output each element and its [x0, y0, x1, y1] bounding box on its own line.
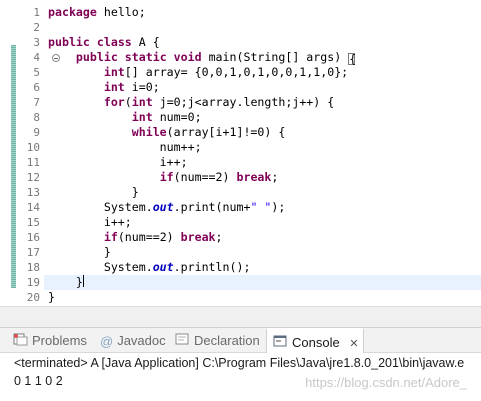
bracket-match: { [348, 52, 357, 66]
line-number: 7 [33, 96, 40, 109]
tab-declaration[interactable]: Declaration [175, 328, 260, 354]
line-number-gutter: 1 2 3 4 5 6 7 8 9 10 11 12 13 14 15 16 17 18 19 20 [16, 0, 60, 306]
tab-console[interactable]: Console ✕ [266, 328, 364, 354]
code-line[interactable]: public static void main(String[] args) { [48, 50, 481, 65]
line-number: 17 [26, 246, 40, 259]
editor-horizontal-area [0, 306, 481, 327]
line-number: 9 [33, 126, 40, 139]
line-number: 8 [33, 111, 40, 124]
view-tab-bar: Problems @ Javadoc Declaration Console ✕ [0, 327, 481, 354]
code-line[interactable]: } [48, 245, 481, 260]
line-number: 11 [26, 156, 40, 169]
line-number: 12 [26, 171, 40, 184]
code-area[interactable]: package hello; public class A { public st… [44, 0, 481, 306]
line-number: 19 [26, 276, 40, 289]
console-output[interactable]: 0 1 1 0 2 [14, 374, 63, 388]
code-editor[interactable]: 1 2 3 4 5 6 7 8 9 10 11 12 13 14 15 16 17 18 19 20 package … [0, 0, 481, 306]
line-number: 10 [26, 141, 40, 154]
line-number: 1 [33, 6, 40, 19]
tab-problems[interactable]: Problems [12, 328, 87, 354]
code-line[interactable]: } [44, 275, 481, 290]
line-number: 3 [33, 36, 40, 49]
line-number: 5 [33, 66, 40, 79]
code-line[interactable]: if(num==2) break; [48, 230, 481, 245]
javadoc-icon: @ [100, 333, 114, 349]
code-line[interactable]: for(int j=0;j<array.length;j++) { [48, 95, 481, 110]
text-cursor [82, 275, 84, 287]
watermark: https://blog.csdn.net/Adore_ [305, 375, 467, 390]
line-number: 13 [26, 186, 40, 199]
code-line[interactable]: i++; [48, 155, 481, 170]
overview-ruler [0, 0, 11, 306]
code-line[interactable] [48, 20, 481, 35]
line-number: 20 [26, 291, 40, 304]
line-number: 15 [26, 216, 40, 229]
line-number: 2 [33, 21, 40, 34]
line-number: 18 [26, 261, 40, 274]
code-line[interactable]: public class A { [48, 35, 481, 50]
console-status: <terminated> A [Java Application] C:\Pro… [14, 356, 465, 370]
tab-javadoc[interactable]: @ Javadoc [100, 328, 166, 354]
code-line[interactable]: int i=0; [48, 80, 481, 95]
code-line[interactable]: int num=0; [48, 110, 481, 125]
code-line[interactable]: System.out.println(); [48, 260, 481, 275]
close-icon[interactable]: ✕ [349, 338, 358, 350]
problems-icon [12, 329, 28, 355]
tab-label: Problems [32, 333, 87, 348]
line-number: 14 [26, 201, 40, 214]
line-number: 4 [33, 51, 40, 64]
code-line[interactable]: num++; [48, 140, 481, 155]
code-line[interactable]: i++; [48, 215, 481, 230]
tab-label: Declaration [194, 333, 260, 348]
code-line[interactable]: while(array[i+1]!=0) { [48, 125, 481, 140]
code-line[interactable]: int[] array= {0,0,1,0,1,0,0,1,1,0}; [48, 65, 481, 80]
code-line[interactable]: package hello; [48, 5, 481, 20]
line-number: 6 [33, 81, 40, 94]
code-line[interactable]: } [48, 185, 481, 200]
line-number: 16 [26, 231, 40, 244]
code-line[interactable]: if(num==2) break; [48, 170, 481, 185]
tab-label: Console [292, 335, 340, 350]
code-line[interactable]: System.out.print(num+" "); [48, 200, 481, 215]
tab-label: Javadoc [117, 333, 166, 348]
declaration-icon [175, 329, 190, 355]
code-line[interactable]: } [48, 290, 481, 305]
